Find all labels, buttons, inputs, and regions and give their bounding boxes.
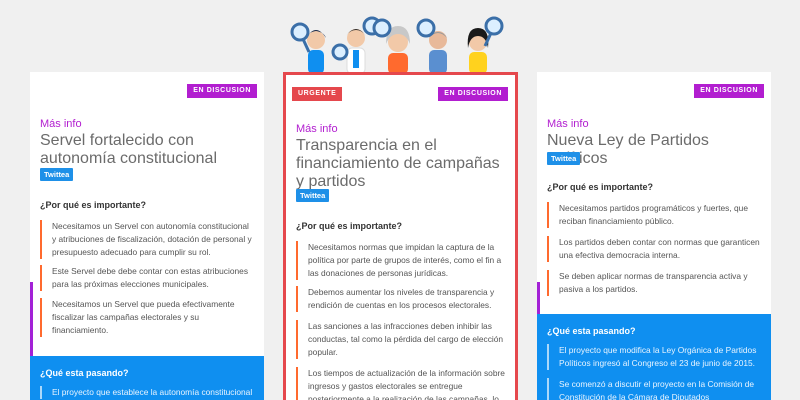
list-item: Este Servel debe debe contar con estas a… [40, 265, 254, 291]
list-item: El proyecto que establece la autonomía c… [40, 386, 254, 399]
mas-info-link[interactable]: Más info [296, 123, 338, 135]
what-happening-heading: ¿Qué esta pasando? [547, 326, 636, 336]
why-important-heading: ¿Por qué es importante? [296, 221, 403, 231]
card-title: Transparencia en el financiamiento de ca… [296, 137, 500, 190]
mas-info-link[interactable]: Más info [40, 118, 82, 130]
card-title: Servel fortalecido con autonomía constit… [40, 132, 217, 167]
list-item: Los partidos deben contar con normas que… [547, 236, 761, 262]
list-item: Se comenzó a discutir el proyecto en la … [547, 378, 761, 400]
what-happening-section: ¿Qué esta pasando? El proyecto que modif… [537, 314, 771, 400]
card-transparencia: URGENTE EN DISCUSION Más info Transparen… [283, 72, 518, 400]
list-item: Necesitamos un Servel con autonomía cons… [40, 220, 254, 259]
card-accent-bar-right [515, 290, 518, 400]
status-badge-en-discusion: EN DISCUSION [438, 87, 508, 101]
person-1 [290, 22, 326, 74]
list-item: Se deben aplicar normas de transparencia… [547, 270, 761, 296]
person-4 [416, 18, 447, 74]
mas-info-link[interactable]: Más info [547, 118, 589, 130]
why-important-heading: ¿Por qué es importante? [40, 200, 147, 210]
twittea-button[interactable]: Twittea [296, 189, 330, 202]
list-item: Necesitamos partidos programáticos y fue… [547, 202, 761, 228]
people-magnifying-glasses-illustration [290, 16, 504, 74]
card-servel: EN DISCUSION Más info Servel fortalecido… [30, 72, 264, 400]
list-item: Los tiempos de actualización de la infor… [296, 367, 510, 400]
card-accent-bar [283, 290, 286, 400]
card-ley-partidos: EN DISCUSION Más info Nueva Ley de Parti… [537, 72, 771, 400]
status-badge-urgente: URGENTE [292, 87, 343, 101]
why-important-heading: ¿Por qué es importante? [547, 182, 654, 192]
what-happening-heading: ¿Qué esta pasando? [40, 368, 129, 378]
twittea-button[interactable]: Twittea [40, 168, 74, 181]
list-item: Las sanciones a las infracciones deben i… [296, 320, 510, 359]
list-item: Debemos aumentar los niveles de transpar… [296, 286, 510, 312]
status-badge-en-discusion: EN DISCUSION [187, 84, 257, 98]
person-5 [467, 16, 504, 74]
person-3 [372, 18, 410, 74]
status-badge-en-discusion: EN DISCUSION [694, 84, 764, 98]
list-item: Necesitamos un Servel que pueda efectiva… [40, 298, 254, 337]
twittea-button[interactable]: Twittea [547, 152, 581, 165]
list-item: El proyecto que modifica la Ley Orgánica… [547, 344, 761, 370]
list-item: Necesitamos normas que impidan la captur… [296, 241, 510, 280]
what-happening-section: ¿Qué esta pasando? El proyecto que estab… [30, 356, 264, 400]
